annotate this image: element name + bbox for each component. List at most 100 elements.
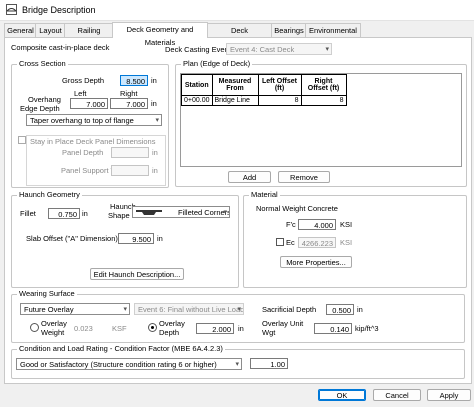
- chevron-down-icon: ▾: [155, 117, 159, 124]
- fillet-label: Fillet: [20, 209, 36, 218]
- ec-input[interactable]: 4266.223: [298, 237, 336, 248]
- panel-depth-input[interactable]: [111, 147, 149, 158]
- plan-header-row: Station Measured From Left Offset (ft) R…: [181, 74, 347, 96]
- add-button[interactable]: Add: [228, 171, 271, 183]
- haunch-shape-label-2: Shape: [108, 211, 130, 220]
- deck-casting-select[interactable]: Event 4: Cast Deck ▾: [226, 43, 332, 55]
- ec-checkbox[interactable]: [276, 238, 284, 246]
- apply-button[interactable]: Apply: [427, 389, 471, 401]
- wearing-surface-title: Wearing Surface: [17, 289, 77, 298]
- table-row[interactable]: 0+00.00 Bridge Line 8 8: [181, 95, 347, 106]
- remove-button[interactable]: Remove: [278, 171, 330, 183]
- overlay-weight-label: Overlay: [41, 319, 67, 328]
- haunch-shape-select[interactable]: Filleted Corners ▾: [132, 206, 230, 218]
- ok-button[interactable]: OK: [318, 389, 366, 401]
- haunch-shape-value: Filleted Corners: [178, 208, 230, 217]
- tab-general[interactable]: General: [4, 23, 37, 37]
- more-properties-button[interactable]: More Properties...: [280, 256, 352, 268]
- condition-factor-input[interactable]: 1.00: [250, 358, 288, 369]
- edge-depth-label: Edge Depth: [20, 104, 60, 113]
- cell-measured-from[interactable]: Bridge Line: [211, 95, 259, 106]
- tab-panel: Composite cast-in-place deck Deck Castin…: [4, 37, 472, 384]
- left-overhang-input[interactable]: 7.000: [70, 98, 108, 109]
- wearing-event-value: Event 6: Final without Live Load: [138, 305, 244, 314]
- gross-depth-unit: in: [151, 76, 157, 85]
- plan-group: Plan (Edge of Deck) Station Measured Fro…: [175, 59, 467, 187]
- overlay-weight-label-2: Weight: [41, 328, 65, 337]
- ec-label: Ec: [286, 238, 295, 247]
- panel-support-unit: in: [152, 166, 158, 175]
- taper-select[interactable]: Taper overhang to top of flange ▾: [26, 114, 162, 126]
- panel-support-input[interactable]: [111, 165, 149, 176]
- ec-unit: KSI: [340, 238, 353, 247]
- tab-deck-geometry[interactable]: Deck Geometry and Materials: [112, 22, 208, 47]
- bridge-app-icon: [6, 4, 17, 15]
- condition-value: Good or Satisfactory (Structure conditio…: [20, 360, 217, 369]
- tab-bearings[interactable]: Bearings: [271, 23, 307, 37]
- fillet-input[interactable]: 0.750: [48, 208, 80, 219]
- cross-section-title: Cross Section: [17, 59, 68, 68]
- panel-depth-label: Panel Depth: [62, 148, 104, 157]
- overlay-depth-radio[interactable]: [148, 323, 157, 332]
- tab-environmental[interactable]: Environmental: [305, 23, 361, 37]
- wearing-type-select[interactable]: Future Overlay ▾: [20, 303, 130, 315]
- stay-in-place-group: Stay in Place Deck Panel Dimensions Pane…: [26, 135, 166, 186]
- col-left-offset: Left Offset (ft): [257, 74, 302, 96]
- sacrificial-depth-input[interactable]: 0.500: [326, 304, 354, 315]
- slab-offset-input[interactable]: 9.500: [118, 233, 154, 244]
- gross-depth-label: Gross Depth: [62, 76, 105, 85]
- panel-depth-unit: in: [152, 148, 158, 157]
- overlay-unit-wgt-label-2: Wgt: [262, 328, 276, 337]
- overlay-weight-unit: KSF: [112, 324, 127, 333]
- overlay-depth-input[interactable]: 2.000: [196, 323, 234, 334]
- title-bar: Bridge Description: [0, 0, 474, 21]
- chevron-down-icon: ▾: [123, 306, 127, 313]
- wearing-event-select[interactable]: Event 6: Final without Live Load ▾: [134, 303, 244, 315]
- stay-in-place-checkbox[interactable]: [18, 136, 26, 144]
- plan-table: Station Measured From Left Offset (ft) R…: [181, 74, 347, 106]
- col-station: Station: [181, 74, 213, 96]
- fc-unit: KSI: [340, 220, 353, 229]
- col-right-offset: Right Offset (ft): [300, 74, 347, 96]
- cell-left-offset[interactable]: 8: [257, 95, 302, 106]
- sacrificial-depth-label: Sacrificial Depth: [262, 305, 317, 314]
- cell-right-offset[interactable]: 8: [300, 95, 347, 106]
- haunch-title: Haunch Geometry: [17, 190, 82, 199]
- condition-group: Condition and Load Rating - Condition Fa…: [11, 344, 465, 379]
- cell-station[interactable]: 0+00.00: [181, 95, 213, 106]
- right-label: Right: [120, 89, 138, 98]
- chevron-down-icon: ▾: [223, 209, 227, 216]
- deck-casting-value: Event 4: Cast Deck: [230, 45, 295, 54]
- slab-offset-unit: in: [157, 234, 163, 243]
- tab-deck-reinforcement[interactable]: Deck Reinforcement: [206, 23, 273, 48]
- overlay-weight-radio[interactable]: [30, 323, 39, 332]
- left-label: Left: [74, 89, 87, 98]
- composite-label: Composite cast-in-place deck: [11, 43, 110, 52]
- stay-in-place-label: Stay in Place Deck Panel Dimensions: [30, 137, 156, 146]
- haunch-group: Haunch Geometry Fillet 0.750 in Haunch S…: [11, 190, 239, 288]
- plan-grid: Station Measured From Left Offset (ft) R…: [180, 73, 462, 167]
- cancel-button[interactable]: Cancel: [373, 389, 421, 401]
- condition-select[interactable]: Good or Satisfactory (Structure conditio…: [16, 358, 242, 370]
- fc-label: F'c: [286, 220, 296, 229]
- col-measured-from: Measured From: [211, 74, 259, 96]
- sacrificial-depth-unit: in: [357, 305, 363, 314]
- filleted-haunch-icon: [136, 210, 162, 215]
- overlay-unit-wgt-input[interactable]: 0.140: [314, 323, 352, 334]
- chevron-down-icon: ▾: [325, 46, 329, 53]
- fc-input[interactable]: 4.000: [298, 219, 336, 230]
- tab-layout[interactable]: Layout: [35, 23, 66, 37]
- material-group: Material Normal Weight Concrete F'c 4.00…: [243, 190, 467, 288]
- tab-railing-system[interactable]: Railing System: [64, 23, 114, 48]
- edit-haunch-button[interactable]: Edit Haunch Description...: [90, 268, 184, 280]
- plan-title: Plan (Edge of Deck): [181, 59, 253, 68]
- wearing-type-value: Future Overlay: [24, 305, 74, 314]
- overhang-unit: in: [151, 99, 157, 108]
- overlay-unit-wgt-label: Overlay Unit: [262, 319, 304, 328]
- fillet-unit: in: [82, 209, 88, 218]
- overlay-unit-wgt-unit: kip/ft^3: [355, 324, 379, 333]
- overlay-depth-label-2: Depth: [159, 328, 180, 337]
- right-overhang-input[interactable]: 7.000: [110, 98, 148, 109]
- gross-depth-input[interactable]: 8.500: [120, 75, 148, 86]
- chevron-down-icon: ▾: [235, 361, 239, 368]
